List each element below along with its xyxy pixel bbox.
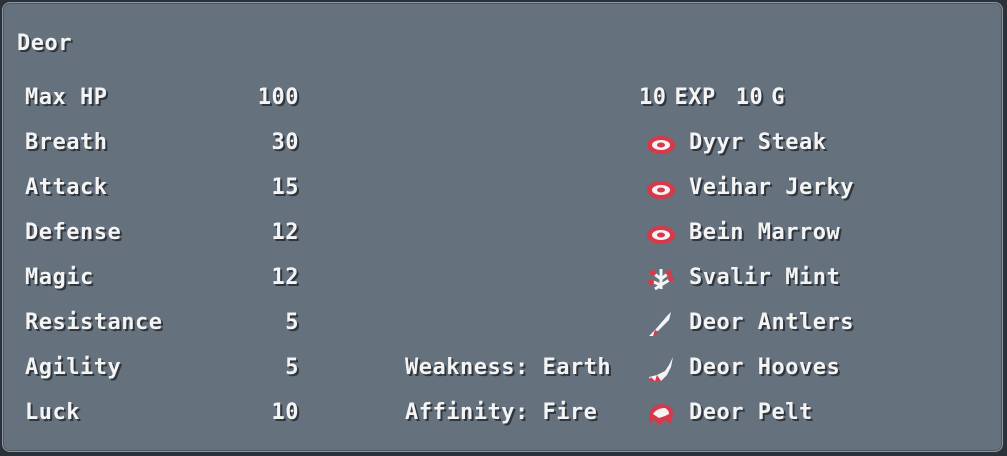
meat-icon (647, 226, 675, 244)
monster-name: Deor (17, 31, 72, 56)
exp-label: EXP (674, 85, 716, 110)
drop-item-label: Svalir Mint (689, 265, 841, 290)
meat-icon (647, 181, 675, 199)
hoof-icon (649, 357, 673, 381)
drop-item-label: Dyyr Steak (689, 130, 827, 155)
stat-value-max-hp: 100 (257, 85, 299, 110)
stat-value-resistance: 5 (285, 310, 299, 335)
stat-value-magic: 12 (271, 265, 299, 290)
stat-label-max-hp: Max HP (25, 85, 108, 110)
stat-label-attack: Attack (25, 175, 108, 200)
drop-item-label: Deor Hooves (689, 355, 841, 380)
herb-icon (648, 269, 674, 291)
antler-icon (649, 312, 671, 336)
stat-label-agility: Agility (25, 355, 122, 380)
affinity-text: Affinity: Fire (405, 400, 598, 425)
stat-value-attack: 15 (271, 175, 299, 200)
gold-label: G (771, 85, 785, 110)
drop-item-label: Veihar Jerky (689, 175, 854, 200)
stat-value-agility: 5 (285, 355, 299, 380)
weakness-text: Weakness: Earth (405, 355, 612, 380)
stat-label-defense: Defense (25, 220, 122, 245)
reward-line: 10 EXP 10 G (639, 85, 785, 111)
drop-item-label: Deor Pelt (689, 400, 813, 425)
stat-value-defense: 12 (271, 220, 299, 245)
gold-value: 10 (735, 85, 764, 110)
stat-label-luck: Luck (25, 400, 80, 425)
drop-item-label: Bein Marrow (689, 220, 841, 245)
stat-value-luck: 10 (271, 400, 299, 425)
stat-label-magic: Magic (25, 265, 94, 290)
stat-value-breath: 30 (271, 130, 299, 155)
pelt-icon (649, 404, 673, 426)
monster-info-panel: Deor Max HP 100 Breath 30 Attack 15 Defe… (2, 2, 1003, 452)
exp-value: 10 (639, 85, 667, 110)
stat-label-resistance: Resistance (25, 310, 163, 335)
meat-icon (647, 136, 675, 154)
stat-label-breath: Breath (25, 130, 108, 155)
drop-item-label: Deor Antlers (689, 310, 854, 335)
